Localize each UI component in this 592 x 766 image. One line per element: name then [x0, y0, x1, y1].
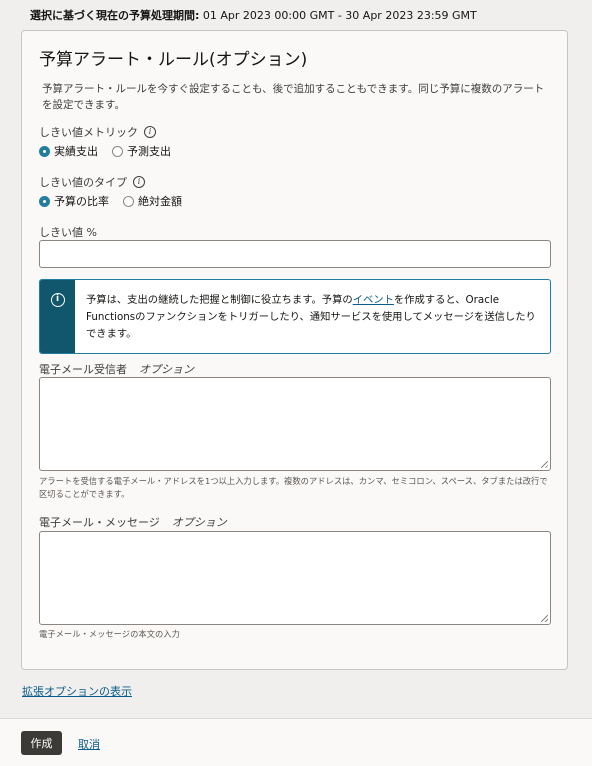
- email-message-label-text: 電子メール・メッセージ: [39, 516, 160, 529]
- cancel-link[interactable]: 取消: [78, 736, 100, 752]
- radio-absolute-label: 絶対金額: [138, 195, 182, 208]
- radio-actual-spend[interactable]: 実績支出: [39, 143, 98, 159]
- threshold-value-label-text: しきい値 %: [39, 226, 97, 239]
- email-recipients-help: アラートを受信する電子メール・アドレスを1つ以上入力します。複数のアドレスは、カ…: [39, 476, 548, 499]
- period-label: 選択に基づく現在の予算処理期間:: [30, 9, 200, 22]
- radio-unselected-icon: [123, 195, 134, 207]
- info-text-before: 予算は、支出の継続した把握と制御に役立ちます。予算の: [86, 294, 353, 306]
- info-message-box: i 予算は、支出の継続した把握と制御に役立ちます。予算のイベントを作成すると、O…: [39, 279, 551, 354]
- email-message-textarea[interactable]: [39, 531, 551, 625]
- radio-selected-icon: [39, 145, 50, 157]
- radio-percentage-label: 予算の比率: [54, 195, 109, 208]
- threshold-metric-label-text: しきい値メトリック: [39, 126, 138, 139]
- show-advanced-options-link[interactable]: 拡張オプションの表示: [22, 683, 132, 699]
- radio-unselected-icon: [112, 145, 123, 157]
- alert-rule-panel: 予算アラート・ルール(オプション) 予算アラート・ルールを今すぐ設定することも、…: [21, 30, 568, 670]
- info-icon[interactable]: i: [144, 126, 156, 138]
- email-recipients-optional: オプション: [139, 363, 194, 376]
- period-value: 01 Apr 2023 00:00 GMT - 30 Apr 2023 23:5…: [202, 9, 477, 22]
- info-circle-icon: i: [50, 293, 65, 307]
- radio-forecast-spend[interactable]: 予測支出: [112, 143, 171, 159]
- email-recipients-textarea[interactable]: [39, 377, 551, 471]
- email-recipients-label: 電子メール受信者 オプション: [39, 361, 194, 377]
- radio-selected-icon: [39, 195, 50, 207]
- radio-forecast-spend-label: 予測支出: [127, 145, 171, 158]
- panel-title: 予算アラート・ルール(オプション): [39, 50, 308, 70]
- events-link[interactable]: イベント: [353, 294, 394, 306]
- info-icon[interactable]: i: [133, 176, 145, 188]
- email-message-help: 電子メール・メッセージの本文の入力: [39, 629, 180, 639]
- panel-description: 予算アラート・ルールを今すぐ設定することも、後で追加することもできます。同じ予算…: [42, 83, 545, 111]
- email-message-label: 電子メール・メッセージ オプション: [39, 514, 227, 530]
- radio-actual-spend-label: 実績支出: [54, 145, 98, 158]
- radio-percentage-of-budget[interactable]: 予算の比率: [39, 193, 109, 209]
- info-message-text: 予算は、支出の継続した把握と制御に役立ちます。予算のイベントを作成すると、Ora…: [75, 280, 550, 353]
- threshold-type-label: しきい値のタイプ i: [39, 174, 145, 190]
- email-recipients-label-text: 電子メール受信者: [39, 363, 127, 376]
- threshold-metric-radio-group: 実績支出 予測支出: [39, 143, 171, 159]
- footer-bar: 作成 取消: [0, 718, 592, 766]
- radio-absolute-amount[interactable]: 絶対金額: [123, 193, 182, 209]
- resize-grip-icon[interactable]: [541, 615, 548, 622]
- threshold-metric-label: しきい値メトリック i: [39, 124, 156, 140]
- info-bar: i: [40, 280, 75, 353]
- email-message-optional: オプション: [171, 516, 227, 529]
- budget-period-banner: 選択に基づく現在の予算処理期間: 01 Apr 2023 00:00 GMT -…: [0, 0, 592, 28]
- resize-grip-icon[interactable]: [541, 461, 548, 468]
- create-button[interactable]: 作成: [21, 731, 62, 755]
- threshold-value-label: しきい値 %: [39, 224, 97, 240]
- threshold-type-label-text: しきい値のタイプ: [39, 176, 127, 189]
- threshold-value-input[interactable]: [39, 240, 551, 268]
- threshold-type-radio-group: 予算の比率 絶対金額: [39, 193, 182, 209]
